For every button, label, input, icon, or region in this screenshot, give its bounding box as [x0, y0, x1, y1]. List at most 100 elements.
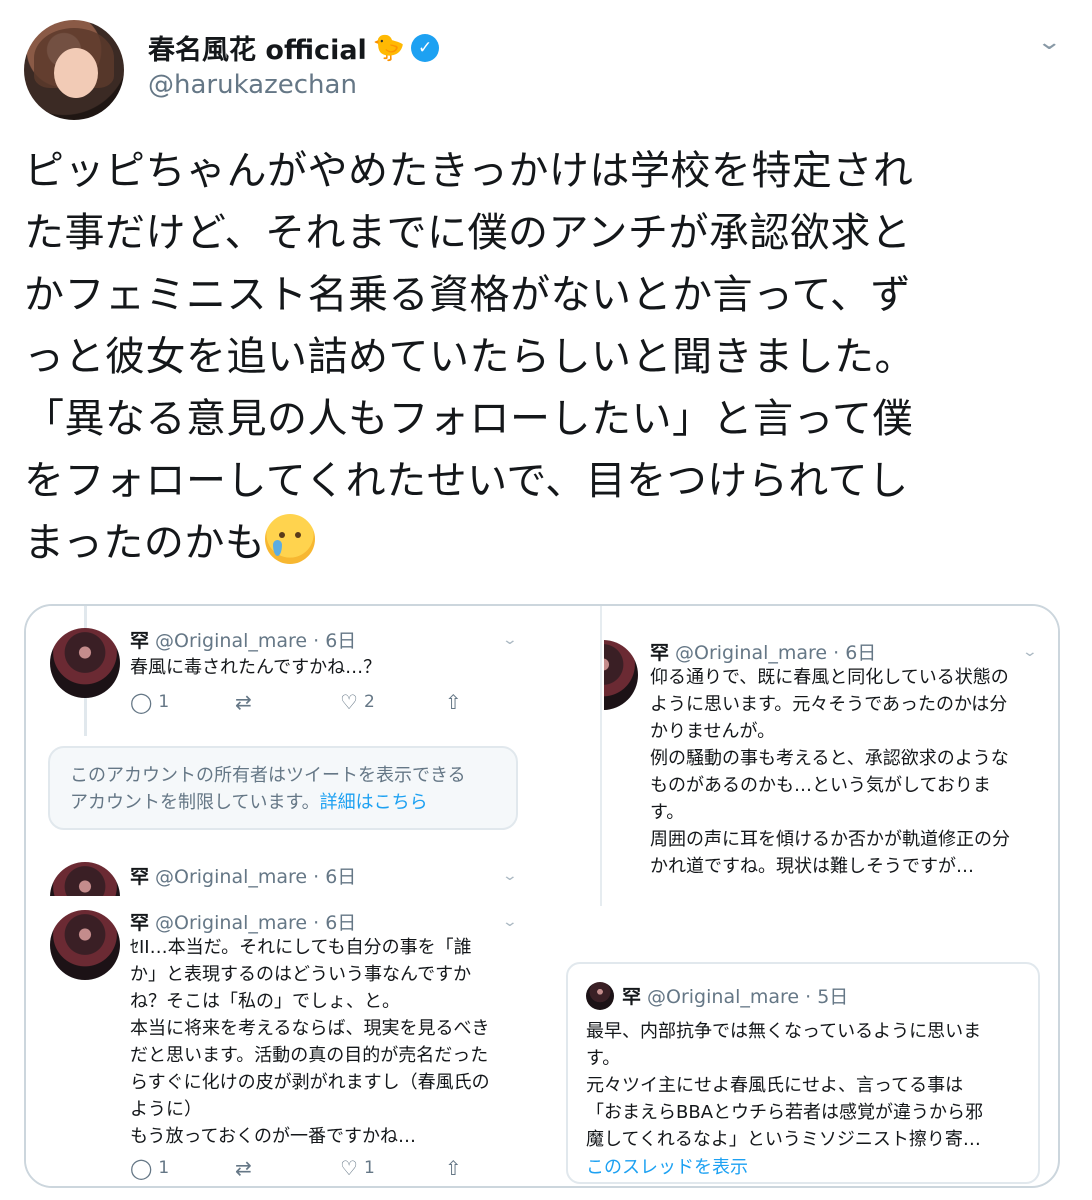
tweet-body: ｾII…本当だ。それにしても自分の事を「誰 か」と表現するのはどういう事なんです…	[130, 934, 490, 1150]
notice-line: このアカウントの所有者はツイートを表示できる	[70, 765, 466, 786]
tweeter-avatar[interactable]	[604, 640, 638, 710]
tweet-body-line: かりませんが。	[650, 721, 776, 742]
tweet-meta[interactable]: 罕 @Original_mare · 5日	[622, 982, 848, 1009]
like-count: 1	[363, 1158, 375, 1178]
tweet-body-line: 本当に将来を考えるならば、現実を見るべき	[130, 1018, 490, 1039]
display-name[interactable]: 春名風花 official	[148, 28, 367, 67]
chevron-down-icon[interactable]: ⌄	[502, 868, 518, 884]
attached-image-card[interactable]: 罕 @Original_mare · 6日 ⌄ 春風に毒されたんですかね…？ ◯ 1…	[24, 604, 1060, 1188]
tweet-body: 春風に毒されたんですかね…？	[130, 654, 381, 681]
chevron-down-icon[interactable]: ⌄	[502, 914, 518, 930]
retweet-icon: ⇄	[235, 690, 252, 714]
tweeter-handle-date: @Original_mare · 6日	[155, 912, 357, 934]
notice-line: アカウントを制限しています。詳細はこちら	[70, 789, 496, 816]
notice-line-text: アカウントを制限しています。	[70, 792, 320, 813]
tweet-meta[interactable]: 罕 @Original_mare · 6日	[650, 638, 876, 665]
screenshot-top-left: 罕 @Original_mare · 6日 ⌄ 春風に毒されたんですかね…？ ◯ 1…	[26, 606, 596, 896]
heart-icon: ♡	[340, 690, 358, 714]
tweeter-name-mark: 罕	[130, 912, 150, 934]
tweet-body-line: ように）	[130, 1099, 202, 1120]
reply-button[interactable]: ◯ 1	[130, 690, 235, 714]
share-icon: ⇧	[445, 690, 462, 714]
tweeter-avatar[interactable]	[50, 910, 120, 980]
screenshot-bottom-left: 罕 @Original_mare · 6日 ⌄ ｾII…本当だ。それにしても自分の…	[26, 906, 546, 1186]
retweet-button[interactable]: ⇄	[235, 1156, 340, 1180]
tweet-line: た事だけど、それまでに僕のアンチが承認欲求と	[24, 210, 912, 256]
retweet-icon: ⇄	[235, 1156, 252, 1180]
tweet-body-line: 周囲の声に耳を傾けるか否かが軌道修正の分	[650, 829, 1010, 850]
tweeter-avatar[interactable]	[50, 628, 120, 698]
chevron-down-icon[interactable]: ⌄	[502, 632, 518, 648]
reply-count: 1	[158, 692, 170, 712]
restricted-notice: このアカウントの所有者はツイートを表示できる アカウントを制限しています。詳細は…	[48, 746, 518, 830]
tweet-body-line: す。	[650, 802, 685, 823]
crying-face-emoji-icon	[265, 514, 316, 564]
tweeter-handle-date: @Original_mare · 5日	[647, 986, 849, 1008]
tweeter-handle-date: @Original_mare · 6日	[155, 630, 357, 652]
screenshot-top-right: 罕 @Original_mare · 6日 ⌄ 仰る通りで、既に春風と同化している…	[604, 606, 1058, 902]
tweeter-name-mark: 罕	[650, 642, 670, 664]
tweeter-name-mark: 罕	[622, 986, 642, 1008]
tweet-line: っと彼女を追い詰めていたらしいと聞きました。	[24, 334, 915, 380]
share-button[interactable]: ⇧	[445, 690, 550, 714]
verified-badge-icon: ✓	[411, 33, 440, 62]
tweet-meta[interactable]: 罕 @Original_mare · 6日	[130, 626, 356, 653]
tweeter-avatar[interactable]	[586, 982, 614, 1010]
tweeter-handle-date: @Original_mare · 6日	[675, 642, 877, 664]
share-icon: ⇧	[445, 1156, 462, 1180]
tweet-menu-chevron-icon[interactable]: ⌄	[1036, 30, 1062, 55]
tweet-line-text: まったのかも	[24, 520, 266, 566]
tweet-meta[interactable]: 罕 @Original_mare · 6日	[130, 862, 356, 889]
tweet-body-line: 「おまえらBBAとウチら若者は感覚が違うから邪	[586, 1102, 984, 1123]
reply-icon: ◯	[130, 1156, 153, 1180]
reply-button[interactable]: ◯ 1	[130, 1156, 235, 1180]
tweet-actions: ◯ 1 ⇄ ♡ 1 ⇧	[130, 1156, 546, 1180]
tweet-body-line: 最早、内部抗争では無くなっているように思いま	[586, 1021, 982, 1042]
tweeter-name-mark: 罕	[130, 630, 150, 652]
tweet-body-line: 魔してくれるなよ」というミソジニスト擦り寄…	[586, 1129, 981, 1150]
tweeter-avatar[interactable]	[50, 862, 120, 896]
tweet-body: 仰る通りで、既に春風と同化している状態の ように思います。元々そうであったのかは…	[650, 664, 1010, 880]
share-button[interactable]: ⇧	[445, 1156, 546, 1180]
tweet-meta[interactable]: 罕 @Original_mare · 6日	[130, 908, 356, 935]
tweet-line-last: まったのかも	[24, 512, 1074, 574]
tweet-body-line: らすぐに化けの皮が剥がれますし（春風氏の	[130, 1072, 490, 1093]
reply-count: 1	[158, 1158, 170, 1178]
tweet-text: ピッピちゃんがやめたきっかけは学校を特定され た事だけど、それまでに僕のアンチが…	[24, 140, 1074, 574]
like-count: 2	[363, 692, 375, 712]
tweet-body-line: ものがあるのかも…という気がしておりま	[650, 775, 991, 796]
heart-icon: ♡	[340, 1156, 358, 1180]
show-thread-link[interactable]: このスレッドを表示	[586, 1154, 748, 1181]
tweet-line: をフォローしてくれたせいで、目をつけられてし	[24, 458, 909, 504]
panel-divider	[600, 606, 602, 906]
chevron-down-icon[interactable]: ⌄	[1022, 644, 1038, 660]
reply-icon: ◯	[130, 690, 153, 714]
tweet-body-line: 仰る通りで、既に春風と同化している状態の	[650, 667, 1009, 688]
tweet-actions: ◯ 1 ⇄ ♡ 2 ⇧	[130, 690, 550, 714]
avatar-face	[54, 48, 98, 98]
tweet-body-line: 春風に毒されたんですかね…？	[130, 657, 382, 678]
tweeter-name-mark: 罕	[130, 866, 150, 888]
screenshot-bottom-right[interactable]: 罕 @Original_mare · 5日 最早、内部抗争では無くなっているように…	[566, 962, 1040, 1184]
tweet-body-line: ように思います。元々そうであったのかは分	[650, 694, 1008, 715]
like-button[interactable]: ♡ 2	[340, 690, 445, 714]
tweet-body-line: 例の騒動の事も考えると、承認欲求のような	[650, 748, 1009, 769]
tweet-line: ピッピちゃんがやめたきっかけは学校を特定され	[24, 148, 914, 194]
details-link[interactable]: 詳細はこちら	[320, 792, 428, 813]
tweet-body-line: ね？そこは「私の」でしょ、と。	[130, 991, 400, 1012]
retweet-button[interactable]: ⇄	[235, 690, 340, 714]
tweet-body-line: 元々ツイ主にせよ春風氏にせよ、言ってる事は	[586, 1075, 964, 1096]
tweet-body-line: だと思います。活動の真の目的が売名だった	[130, 1045, 489, 1066]
user-handle[interactable]: @harukazechan	[148, 70, 357, 100]
tweet-body-line: ｾII…本当だ。それにしても自分の事を「誰	[130, 937, 472, 958]
like-button[interactable]: ♡ 1	[340, 1156, 445, 1180]
tweet-body: 最早、内部抗争では無くなっているように思いま す。 元々ツイ主にせよ春風氏にせよ…	[586, 1018, 983, 1153]
tweet-line: 「異なる意見の人もフォローしたい」と言って僕	[24, 396, 913, 442]
tweet-body-line: かれ道ですね。現状は難しそうですが…	[650, 856, 974, 877]
tweeter-handle-date: @Original_mare · 6日	[155, 866, 357, 888]
display-name-row[interactable]: 春名風花 official 🐤 ✓	[148, 28, 440, 67]
profile-avatar[interactable]	[24, 20, 124, 120]
tweet-body-line: か」と表現するのはどういう事なんですか	[130, 964, 472, 985]
tweet-line: かフェミニスト名乗る資格がないとか言って、ず	[24, 272, 911, 318]
chick-emoji-icon: 🐤	[372, 32, 406, 63]
